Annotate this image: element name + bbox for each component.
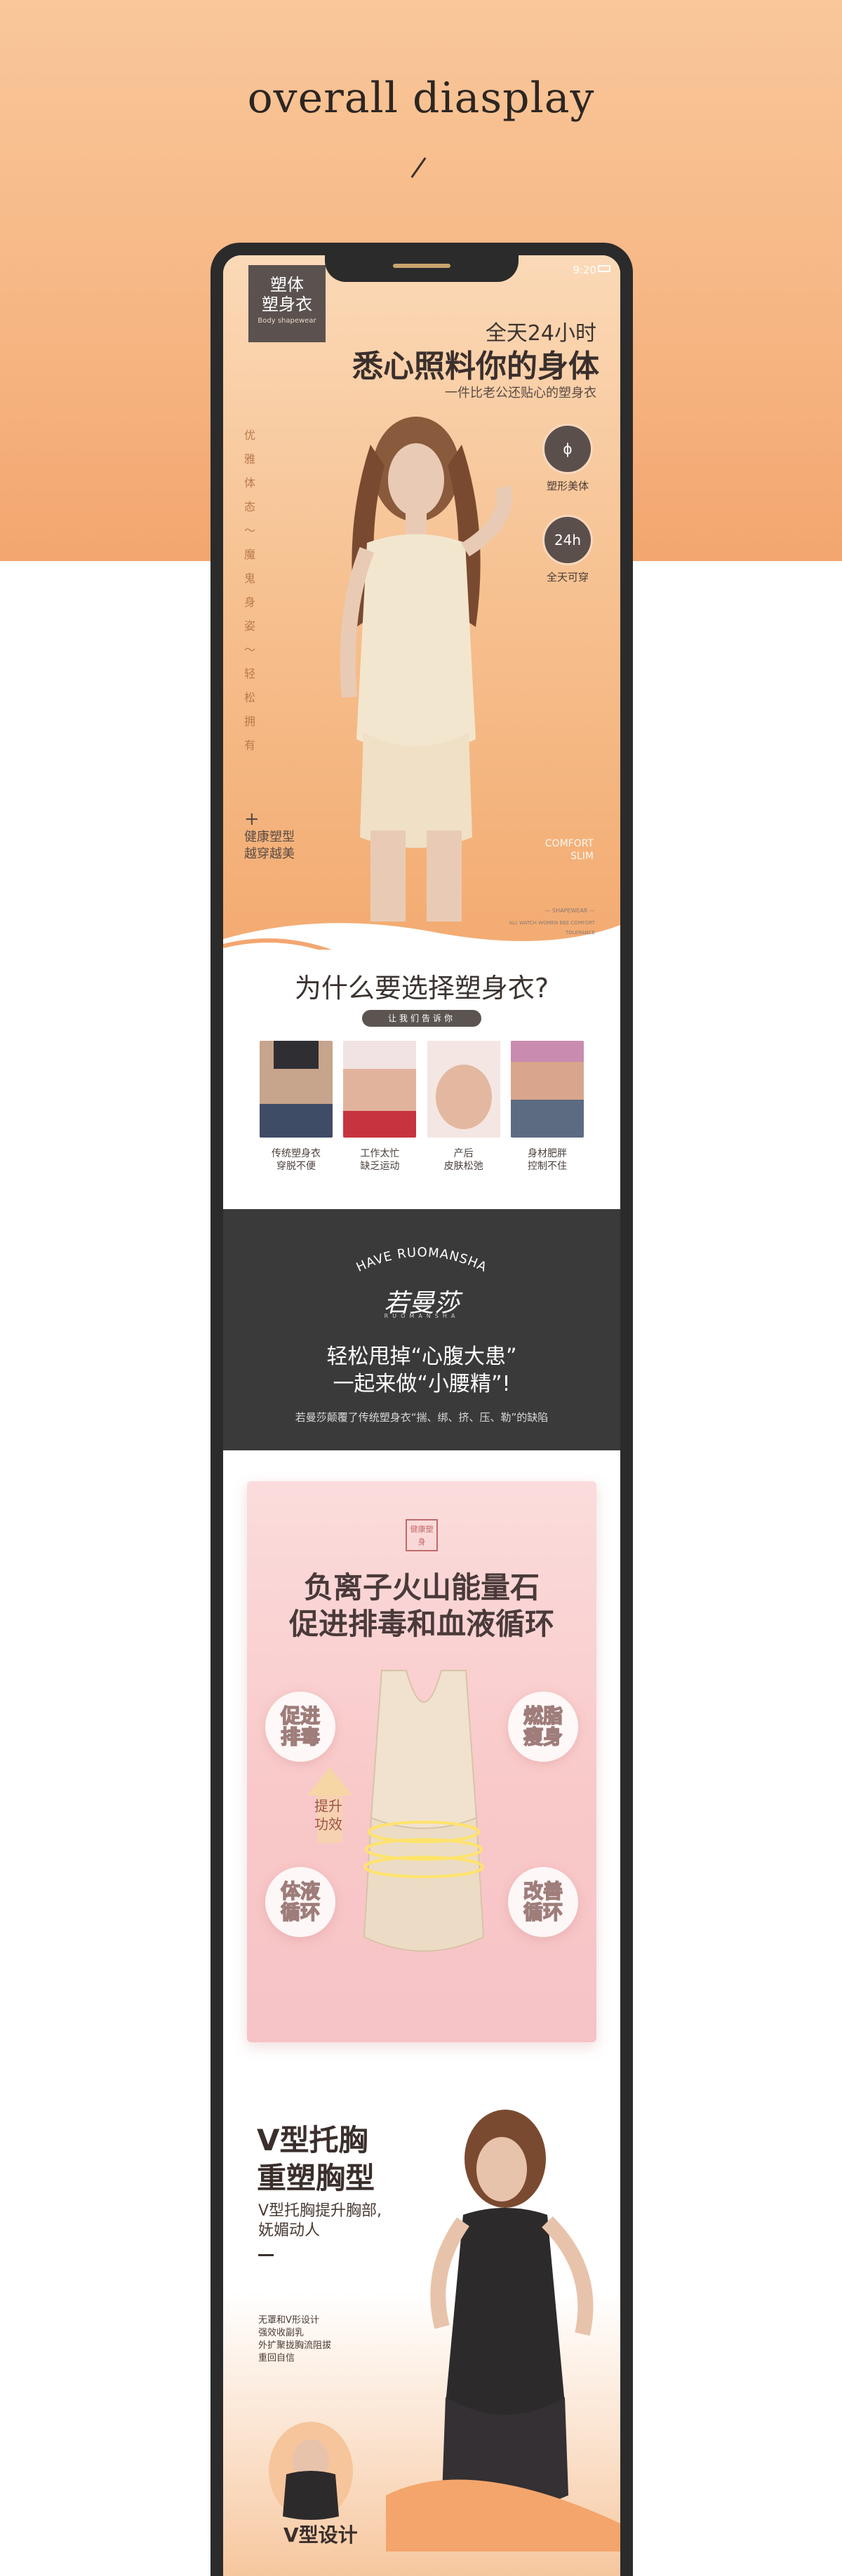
health-line1: 健康塑型 (244, 830, 295, 844)
comfort-label: COMFORT SLIM (545, 837, 594, 863)
page: overall diasplay 9:20 塑体 塑身衣 Body shapew… (0, 0, 842, 2576)
bubble-line1: 促进 (280, 1704, 321, 1727)
hero-title: 悉心照料你的身体 (352, 349, 599, 384)
fine-print: ALL WATCH WOMEN BEE COMFORT (509, 920, 595, 926)
brand-section: HAVE RUOMANSHA 若曼莎 RUOMANSHA 轻松甩掉“心腹大患” … (223, 1209, 620, 1450)
why-item[interactable]: 工作太忙 缺乏运动 (343, 1041, 417, 1173)
body-shape-icon: ϕ (542, 424, 593, 474)
v-design-section: V型托胸 重塑胸型 V型托胸提升胸部, 妩媚动人 无罩和V形设计 强效收副乳 外… (223, 2096, 620, 2576)
feature-shaping: ϕ 塑形美体 (540, 424, 595, 493)
benefit-detox: 促进 排毒 (265, 1692, 335, 1762)
bubble-line2: 排毒 (280, 1725, 321, 1748)
fine-print: TOLERANCE (565, 930, 595, 936)
why-caption-l1: 传统塑身衣 (272, 1148, 321, 1159)
comfort-line2: SLIM (570, 851, 594, 862)
divider (258, 2254, 274, 2256)
health-badge: 健康塑身 (406, 1519, 438, 1551)
why-item[interactable]: 身材肥胖 控制不住 (510, 1041, 584, 1173)
v-desc-line: 无罩和V形设计 (258, 2315, 319, 2326)
slogan-line2: 一起来做“小腰精”! (333, 1372, 511, 1396)
section-title: 为什么要选择塑身衣? (294, 973, 549, 1004)
why-caption-l2: 穿脱不便 (276, 1161, 316, 1172)
hero-section: 塑体 塑身衣 Body shapewear 全天24小时 悉心照料你的身体 一件… (223, 255, 620, 967)
logo-en: Body shapewear (258, 317, 316, 325)
why-caption-l1: 工作太忙 (360, 1148, 400, 1159)
card-title-2: 促进排毒和血液循环 (288, 1607, 554, 1641)
slogan-line1: 轻松甩掉“心腹大患” (326, 1344, 517, 1369)
brand-name-en: RUOMANSHA (384, 1313, 460, 1319)
svg-text:HAVE RUOMANSHA: HAVE RUOMANSHA (354, 1245, 490, 1275)
arrow-up-icon (307, 1767, 352, 1795)
plus-icon: + (244, 809, 260, 830)
arc-text: HAVE RUOMANSHA (354, 1245, 489, 1275)
feature-caption: 塑形美体 (546, 480, 589, 492)
bubble-line2: 瘦身 (523, 1725, 563, 1748)
v-desc-line: 外扩聚拢胸流阻拔 (258, 2340, 332, 2351)
bubble-line1: 燃脂 (523, 1704, 563, 1727)
bodysuit-photo (363, 1670, 485, 1952)
belly-photo (427, 1041, 500, 1138)
v-desc-line: 强效收副乳 (258, 2328, 305, 2338)
logo-line2: 塑身衣 (262, 295, 312, 314)
why-caption-l2: 皮肤松弛 (443, 1161, 483, 1172)
feature-allday: 24h 全天可穿 (540, 515, 595, 584)
phone-notch (325, 255, 519, 282)
fine-print: — SHAPEWEAR — (544, 908, 595, 914)
health-line2: 越穿越美 (244, 847, 295, 861)
why-caption-l2: 控制不住 (527, 1161, 567, 1172)
brand-logo[interactable]: 塑体 塑身衣 Body shapewear (248, 265, 326, 342)
boost-line1: 提升 (314, 1798, 342, 1814)
v-title-2: 重塑胸型 (257, 2161, 375, 2195)
bubble-line2: 循环 (523, 1901, 563, 1924)
model-photo (340, 417, 513, 922)
why-grid: 传统塑身衣 穿脱不便 工作太忙 缺乏运动 产后 皮肤松弛 身材肥胖 控制不住 (260, 1041, 584, 1173)
why-caption-l1: 身材肥胖 (527, 1148, 567, 1159)
phone-screen[interactable]: 9:20 塑体 塑身衣 Body shapewear 全天24小时 悉心照料你的… (223, 255, 620, 2576)
status-time: 9:20 (573, 264, 596, 276)
v-title-1: V型托胸 (257, 2123, 368, 2157)
why-caption-l1: 产后 (453, 1148, 474, 1159)
v-design-label: V型设计 (283, 2523, 358, 2547)
belly-photo (343, 1041, 417, 1138)
benefit-fatburn: 燃脂 瘦身 (508, 1692, 578, 1762)
bubble-line2: 循环 (280, 1901, 321, 1924)
arc-slogan: HAVE RUOMANSHA (354, 1245, 490, 1275)
benefit-fluid: 体液 循环 (265, 1867, 335, 1937)
belly-photo (510, 1041, 584, 1138)
page-headline: overall diasplay (247, 74, 595, 123)
bubble-line1: 体液 (280, 1880, 321, 1903)
phone-mockup: 9:20 塑体 塑身衣 Body shapewear 全天24小时 悉心照料你的… (210, 243, 633, 2576)
why-caption-l2: 缺乏运动 (360, 1161, 400, 1172)
detail-photo (269, 2422, 353, 2520)
health-slogan: + 健康塑型 越穿越美 (244, 809, 295, 863)
vertical-slogan: 优雅体态～魔鬼身姿～轻松拥有 (244, 429, 256, 752)
comfort-line1: COMFORT (544, 838, 594, 849)
model-photo-black (386, 2110, 620, 2551)
benefit-circulation: 改善 循环 (508, 1867, 578, 1937)
why-section: 为什么要选择塑身衣? 让我们告诉你 传统塑身衣 穿脱不便 工作太忙 缺乏运动 产… (223, 950, 620, 1209)
slogan-note: 若曼莎颠覆了传统塑身衣“揣、绑、挤、压、勒”的缺陷 (295, 1411, 549, 1424)
clock-24h-icon: 24h (542, 515, 593, 565)
hero-tagline: 一件比老公还贴心的塑身衣 (445, 386, 596, 400)
feature-card: 健康塑身 负离子火山能量石 促进排毒和血液循环 提升 功效 促进 排毒 燃脂 瘦… (247, 1481, 596, 2042)
v-desc-line: 重回自信 (258, 2353, 295, 2363)
boost-line2: 功效 (314, 1816, 342, 1833)
logo-line1: 塑体 (270, 275, 304, 295)
v-description: 无罩和V形设计 强效收副乳 外扩聚拢胸流阻拔 重回自信 (258, 2314, 331, 2365)
bubble-line1: 改善 (523, 1880, 563, 1903)
why-item[interactable]: 传统塑身衣 穿脱不便 (260, 1041, 333, 1173)
boost-label: 提升 功效 (307, 1797, 349, 1833)
speaker-grille (393, 264, 450, 268)
volcanic-stone-section: 健康塑身 负离子火山能量石 促进排毒和血液循环 提升 功效 促进 排毒 燃脂 瘦… (223, 1450, 620, 2096)
belly-photo (260, 1041, 333, 1138)
why-item[interactable]: 产后 皮肤松弛 (427, 1041, 500, 1173)
feature-caption: 全天可穿 (546, 571, 589, 584)
section-pill: 让我们告诉你 (362, 1010, 481, 1027)
battery-icon (598, 265, 610, 272)
v-subtitle-2: 妩媚动人 (258, 2222, 321, 2239)
